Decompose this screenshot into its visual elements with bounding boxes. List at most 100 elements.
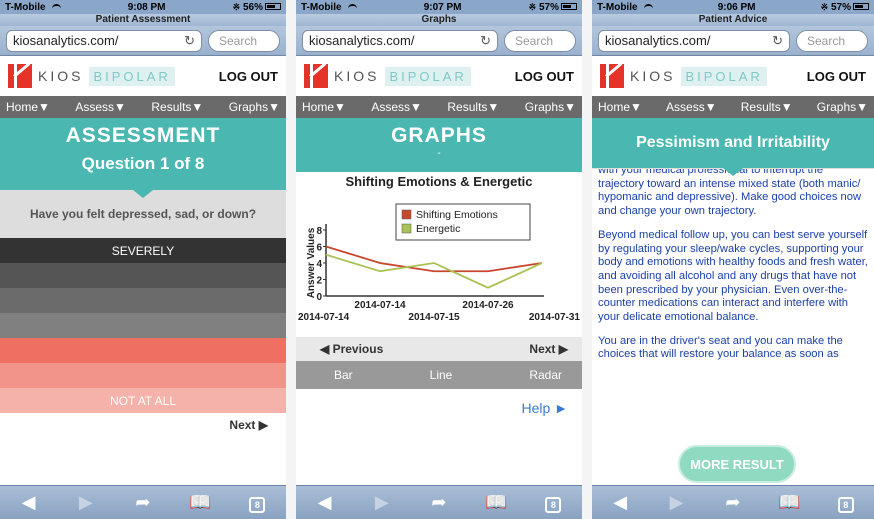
next-button[interactable]: Next ▶ (529, 342, 568, 356)
answer-option-4[interactable] (0, 313, 286, 338)
kios-logo-icon (600, 64, 624, 88)
nav-home[interactable]: Home▼ (598, 100, 642, 114)
wifi-icon (347, 4, 357, 10)
section-banner: GRAPHS - (296, 118, 582, 180)
advice-text[interactable]: with your medical professional to interr… (592, 168, 874, 383)
banner-title: ASSESSMENT (65, 124, 221, 147)
url-text: kiosanalytics.com/ (309, 33, 415, 48)
chart-pager: ◀ Previous Next ▶ (296, 337, 582, 361)
share-icon[interactable]: ➦ (424, 492, 454, 513)
carrier: T-Mobile (597, 1, 638, 13)
clock: 9:07 PM (423, 1, 462, 13)
tabs-count: 8 (545, 497, 562, 513)
nav-home[interactable]: Home▼ (302, 100, 346, 114)
bluetooth-icon: ※ (528, 1, 537, 12)
answer-option-2[interactable] (0, 263, 286, 288)
nav-graphs[interactable]: Graphs▼ (817, 100, 868, 114)
brand-row: KIOS BIPOLAR LOG OUT (0, 56, 286, 96)
legend-label: Shifting Emotions (416, 209, 498, 221)
nav-assess[interactable]: Assess▼ (666, 100, 717, 114)
url-text: kiosanalytics.com/ (13, 33, 119, 48)
brand-bipolar: BIPOLAR (681, 66, 767, 86)
nav-graphs[interactable]: Graphs▼ (229, 100, 280, 114)
battery-icon (560, 3, 577, 11)
page-title: Patient Advice (592, 14, 874, 26)
nav-menu: Home▼ Assess▼ Results▼ Graphs▼ (0, 96, 286, 118)
previous-button[interactable]: ◀ Previous (320, 342, 383, 356)
section-banner: ASSESSMENT Question 1 of 8 (0, 118, 286, 198)
chart-area: Shifting Emotions & Energetic Answer Valu… (296, 172, 582, 337)
url-field[interactable]: kiosanalytics.com/ ↻ (598, 29, 790, 52)
forward-icon: ▶ (78, 492, 93, 512)
answer-option-3[interactable] (0, 288, 286, 313)
tab-radar-chart[interactable]: Radar (529, 368, 562, 382)
bookmarks-icon[interactable]: 📖 (185, 492, 215, 513)
reload-icon[interactable]: ↻ (772, 33, 783, 49)
browser-toolbar: ◀ ▶ ➦ 📖 8 (592, 485, 874, 519)
nav-results[interactable]: Results▼ (151, 100, 203, 114)
next-button[interactable]: Next ▶ (0, 413, 286, 438)
y-axis-label: Answer Values (306, 227, 317, 298)
forward-icon: ▶ (669, 492, 684, 512)
nav-assess[interactable]: Assess▼ (75, 100, 126, 114)
bookmarks-icon[interactable]: 📖 (481, 492, 511, 513)
tabs-button[interactable]: 8 (242, 492, 272, 513)
logout-link[interactable]: LOG OUT (219, 69, 278, 84)
wifi-icon (51, 4, 61, 10)
url-field[interactable]: kiosanalytics.com/ ↻ (302, 29, 498, 52)
answer-option-not-at-all[interactable]: NOT AT ALL (0, 388, 286, 413)
tabs-button[interactable]: 8 (538, 492, 568, 513)
nav-results[interactable]: Results▼ (741, 100, 793, 114)
battery-percent: 57% (538, 1, 559, 13)
bookmarks-icon[interactable]: 📖 (774, 492, 804, 513)
search-input[interactable]: Search (208, 29, 280, 52)
series-line-shifting-emotions (325, 245, 543, 273)
banner-title: GRAPHS (391, 124, 487, 147)
brand-row: KIOS BIPOLAR LOG OUT (592, 56, 874, 96)
search-input[interactable]: Search (504, 29, 576, 52)
back-icon[interactable]: ◀ (605, 492, 635, 513)
url-field[interactable]: kiosanalytics.com/ ↻ (6, 29, 202, 52)
more-results-button[interactable]: MORE RESULT (678, 445, 796, 483)
logout-link[interactable]: LOG OUT (807, 69, 866, 84)
answer-option-5[interactable] (0, 338, 286, 363)
tab-bar-chart[interactable]: Bar (334, 368, 353, 382)
brand-kios: KIOS (38, 68, 84, 84)
chart-title: Shifting Emotions & Energetic (345, 174, 532, 189)
carrier: T-Mobile (301, 1, 342, 13)
nav-results[interactable]: Results▼ (447, 100, 499, 114)
tab-line-chart[interactable]: Line (430, 368, 453, 382)
chart-type-tabs: Bar Line Radar (296, 361, 582, 389)
reload-icon[interactable]: ↻ (480, 33, 491, 49)
brand-kios: KIOS (334, 68, 380, 84)
status-bar: T-Mobile 9:07 PM ※ 57% (296, 0, 582, 14)
nav-graphs[interactable]: Graphs▼ (525, 100, 576, 114)
answer-options: SEVERELY NOT AT ALL (0, 238, 286, 413)
back-icon[interactable]: ◀ (310, 492, 340, 513)
phone-screen-graphs: T-Mobile 9:07 PM ※ 57% Graphs kiosanalyt… (296, 0, 582, 519)
clock: 9:08 PM (127, 1, 166, 13)
banner-notch (133, 190, 153, 198)
search-input[interactable]: Search (796, 29, 868, 52)
logout-link[interactable]: LOG OUT (515, 69, 574, 84)
tabs-button[interactable]: 8 (831, 492, 861, 513)
share-icon[interactable]: ➦ (128, 492, 158, 513)
nav-home[interactable]: Home▼ (6, 100, 50, 114)
screens: T-Mobile 9:08 PM ※ 56% Patient Assessmen… (0, 0, 874, 519)
answer-option-severely[interactable]: SEVERELY (0, 238, 286, 263)
y-tick-label: 8 (316, 226, 322, 237)
battery-icon (852, 3, 869, 11)
answer-option-6[interactable] (0, 363, 286, 388)
kios-logo-icon (8, 64, 32, 88)
section-banner: Pessimism and Irritability (592, 118, 874, 176)
nav-assess[interactable]: Assess▼ (371, 100, 422, 114)
help-link[interactable]: Help ► (296, 389, 582, 419)
x-tick-label: 2014-07-31 (529, 312, 581, 323)
back-icon[interactable]: ◀ (14, 492, 44, 513)
brand-kios: KIOS (630, 68, 676, 84)
share-icon[interactable]: ➦ (718, 492, 748, 513)
reload-icon[interactable]: ↻ (184, 33, 195, 49)
x-tick-label: 2014-07-14 (354, 300, 406, 311)
battery-percent: 56% (242, 1, 263, 13)
browser-toolbar: ◀ ▶ ➦ 📖 8 (0, 485, 286, 519)
